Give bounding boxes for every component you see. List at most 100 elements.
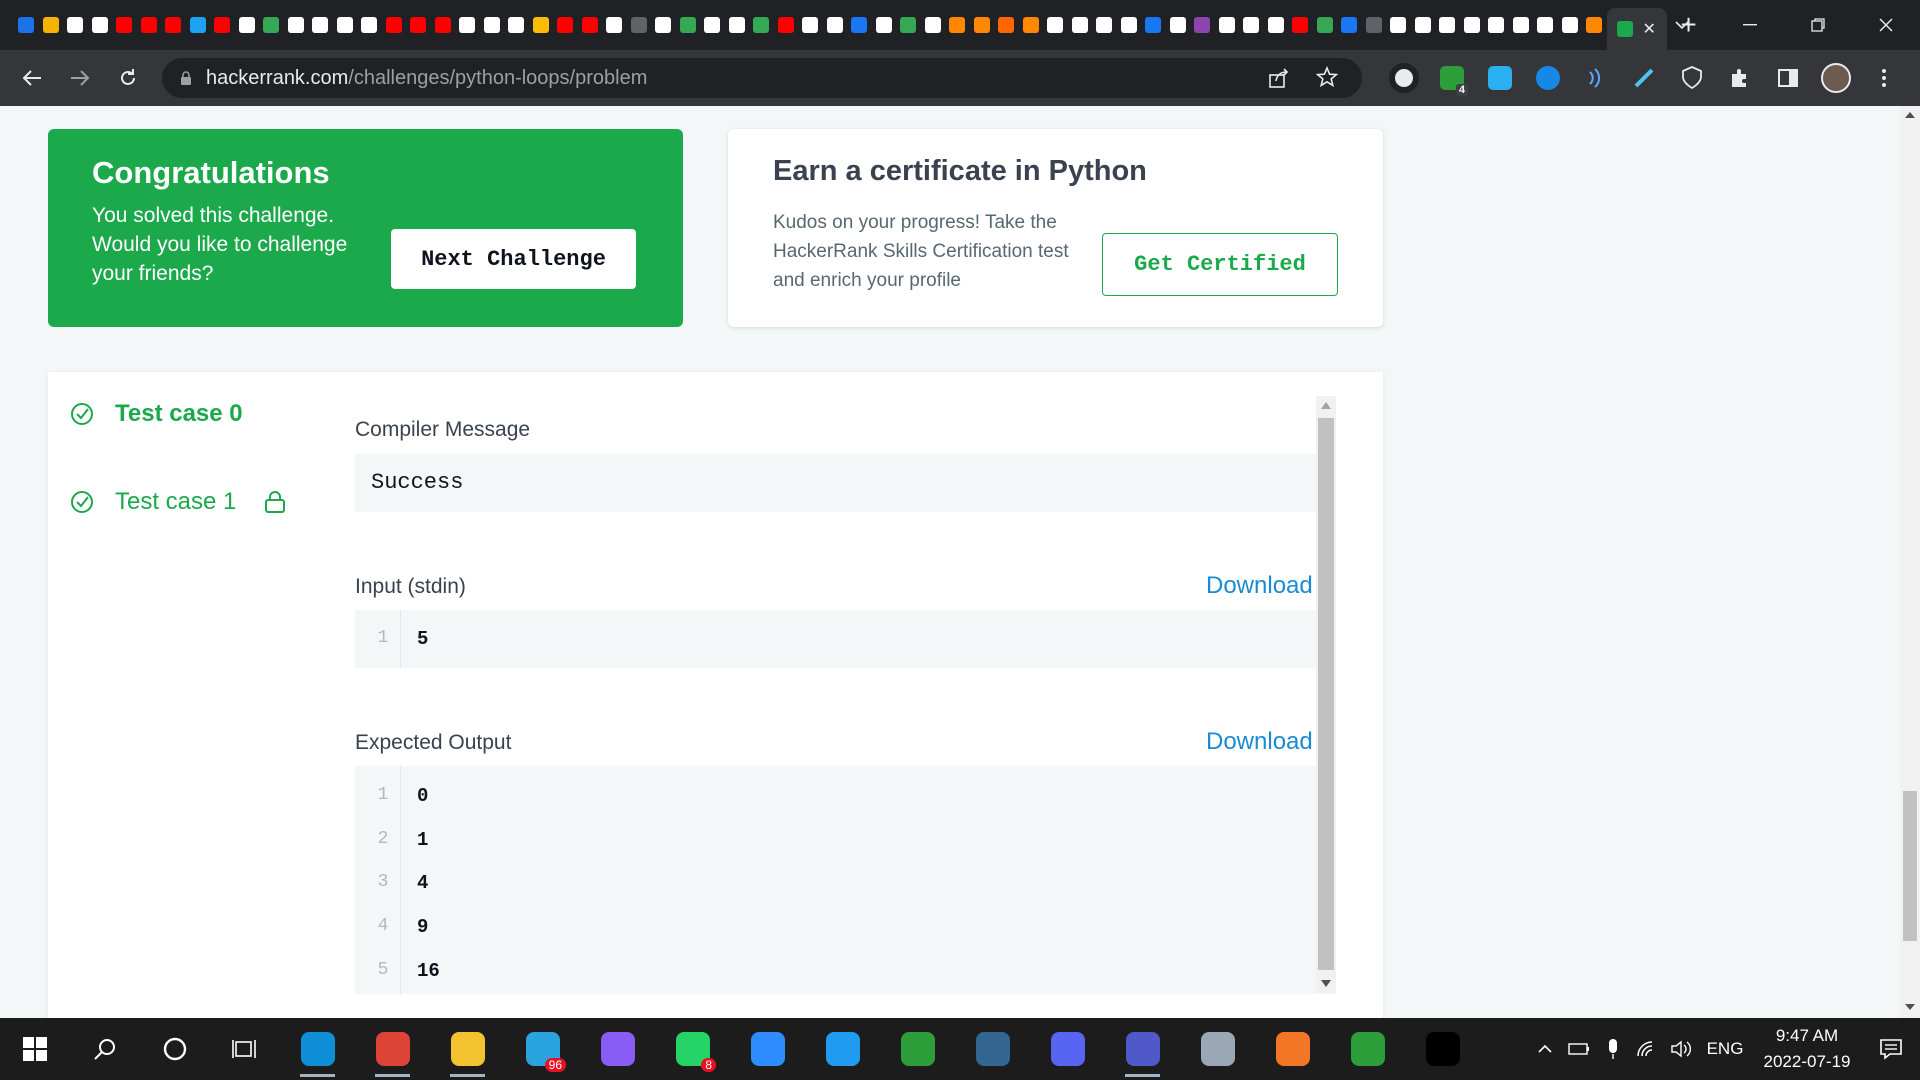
taskbar-teams[interactable] <box>1105 1018 1180 1080</box>
page-scrollbar[interactable] <box>1900 106 1920 1018</box>
browser-tab[interactable] <box>186 0 211 50</box>
browser-tab[interactable] <box>137 0 162 50</box>
browser-tab[interactable] <box>725 0 750 50</box>
extension-shield-check-icon[interactable]: 4 <box>1428 50 1476 106</box>
browser-tab[interactable] <box>1533 0 1558 50</box>
browser-tab[interactable] <box>1117 0 1142 50</box>
volume-icon[interactable] <box>1664 1040 1698 1058</box>
taskbar-search-button[interactable] <box>70 1018 140 1080</box>
taskbar-zoom[interactable] <box>730 1018 805 1080</box>
browser-tab[interactable] <box>455 0 480 50</box>
browser-tab[interactable] <box>1509 0 1534 50</box>
extension-mask-icon[interactable] <box>1380 50 1428 106</box>
browser-tab[interactable] <box>63 0 88 50</box>
taskbar-messenger[interactable] <box>580 1018 655 1080</box>
download-output-link[interactable]: Download <box>1206 728 1313 756</box>
browser-tab[interactable] <box>431 0 456 50</box>
browser-tab[interactable] <box>994 0 1019 50</box>
browser-tab[interactable] <box>112 0 137 50</box>
taskbar-edge[interactable] <box>280 1018 355 1080</box>
taskbar-app-ring[interactable] <box>880 1018 955 1080</box>
forward-button[interactable] <box>56 50 104 106</box>
browser-tab[interactable] <box>480 0 505 50</box>
wifi-icon[interactable] <box>1630 1040 1664 1058</box>
browser-tab[interactable] <box>774 0 799 50</box>
browser-tab[interactable] <box>1092 0 1117 50</box>
page-scroll-down-icon[interactable] <box>1905 1004 1915 1010</box>
browser-tab[interactable] <box>1411 0 1436 50</box>
browser-tab[interactable] <box>235 0 260 50</box>
notification-center-icon[interactable] <box>1862 1038 1920 1060</box>
browser-tab[interactable] <box>1068 0 1093 50</box>
browser-tab[interactable] <box>1362 0 1387 50</box>
taskbar-telegram[interactable]: 96 <box>505 1018 580 1080</box>
page-scroll-thumb[interactable] <box>1903 791 1917 941</box>
browser-tab[interactable] <box>1484 0 1509 50</box>
browser-tab[interactable] <box>578 0 603 50</box>
browser-tab[interactable] <box>1166 0 1191 50</box>
browser-tab[interactable] <box>382 0 407 50</box>
browser-tab[interactable] <box>1386 0 1411 50</box>
browser-tab[interactable] <box>823 0 848 50</box>
share-icon[interactable] <box>1268 67 1290 95</box>
browser-tab[interactable] <box>1313 0 1338 50</box>
browser-tab[interactable] <box>39 0 64 50</box>
browser-tab[interactable] <box>210 0 235 50</box>
browser-tab[interactable] <box>1019 0 1044 50</box>
browser-tab[interactable] <box>1288 0 1313 50</box>
tab-search-icon[interactable] <box>1648 0 1716 50</box>
taskbar-terminal[interactable] <box>1405 1018 1480 1080</box>
back-button[interactable] <box>8 50 56 106</box>
browser-tab[interactable] <box>1460 0 1485 50</box>
browser-tab[interactable] <box>406 0 431 50</box>
browser-tab[interactable] <box>14 0 39 50</box>
browser-tab[interactable] <box>161 0 186 50</box>
browser-tab[interactable] <box>627 0 652 50</box>
browser-menu-icon[interactable] <box>1860 50 1908 106</box>
browser-tab[interactable] <box>333 0 358 50</box>
browser-tab[interactable] <box>896 0 921 50</box>
browser-tab[interactable] <box>529 0 554 50</box>
browser-tab[interactable] <box>945 0 970 50</box>
browser-tab[interactable] <box>1582 0 1607 50</box>
extension-read-aloud-icon[interactable] <box>1572 50 1620 106</box>
clock[interactable]: 9:47 AM 2022-07-19 <box>1752 1023 1862 1075</box>
input-language[interactable]: ENG <box>1698 1039 1752 1059</box>
microphone-icon[interactable] <box>1596 1038 1630 1060</box>
browser-tab[interactable] <box>1239 0 1264 50</box>
browser-tab[interactable] <box>651 0 676 50</box>
browser-tab[interactable] <box>308 0 333 50</box>
address-bar[interactable]: hackerrank.com/challenges/python-loops/p… <box>162 58 1362 98</box>
extension-pen-icon[interactable] <box>1476 50 1524 106</box>
taskbar-postgres[interactable] <box>955 1018 1030 1080</box>
test-case-0[interactable]: Test case 0 <box>70 400 243 428</box>
tray-chevron-up-icon[interactable] <box>1528 1044 1562 1054</box>
browser-tab[interactable] <box>357 0 382 50</box>
browser-tab[interactable] <box>700 0 725 50</box>
browser-tab[interactable] <box>921 0 946 50</box>
battery-icon[interactable] <box>1562 1042 1596 1056</box>
scroll-down-icon[interactable] <box>1321 980 1331 987</box>
download-input-link[interactable]: Download <box>1206 572 1313 600</box>
browser-tab[interactable] <box>259 0 284 50</box>
extensions-puzzle-icon[interactable] <box>1716 50 1764 106</box>
browser-tab[interactable] <box>970 0 995 50</box>
test-case-1[interactable]: Test case 1 <box>70 488 286 516</box>
taskbar-whatsapp[interactable]: 8 <box>655 1018 730 1080</box>
taskbar-vscode[interactable] <box>805 1018 880 1080</box>
browser-tab[interactable] <box>284 0 309 50</box>
taskbar-app-ring-2[interactable] <box>1330 1018 1405 1080</box>
browser-tab[interactable] <box>1558 0 1583 50</box>
browser-tab[interactable] <box>602 0 627 50</box>
extension-shazam-icon[interactable] <box>1524 50 1572 106</box>
taskbar-jupyter[interactable] <box>1255 1018 1330 1080</box>
cortana-button[interactable] <box>140 1018 210 1080</box>
next-challenge-button[interactable]: Next Challenge <box>391 229 636 289</box>
taskbar-discord[interactable] <box>1030 1018 1105 1080</box>
browser-tab[interactable] <box>1043 0 1068 50</box>
side-panel-icon[interactable] <box>1764 50 1812 106</box>
extension-shield-icon[interactable] <box>1668 50 1716 106</box>
taskbar-file-explorer[interactable] <box>430 1018 505 1080</box>
taskbar-chrome[interactable] <box>355 1018 430 1080</box>
browser-tab[interactable] <box>676 0 701 50</box>
